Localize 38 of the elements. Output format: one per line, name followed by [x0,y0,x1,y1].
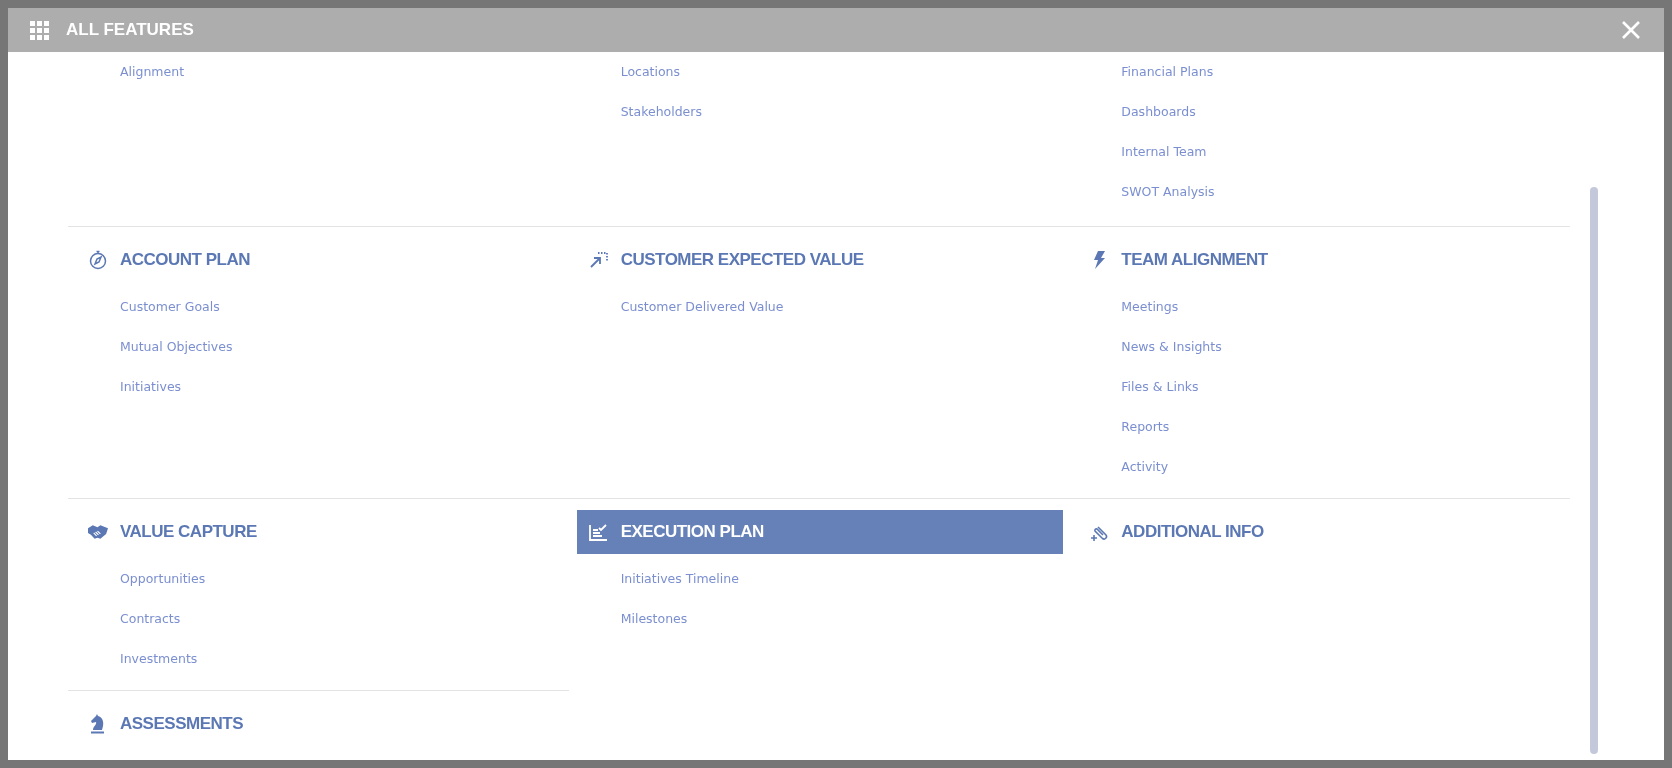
feature-link[interactable]: Customer Goals [68,287,220,327]
section-heading[interactable]: VALUE CAPTURE [68,510,569,554]
feature-link[interactable]: Meetings [1069,287,1179,327]
feature-link[interactable]: Activity [1069,447,1169,487]
feature-link[interactable]: Contracts [68,599,181,639]
section-heading[interactable]: TEAM ALIGNMENT [1069,238,1570,282]
section-heading[interactable]: CUSTOMER EXPECTED VALUE [568,238,1070,282]
grid-icon[interactable] [30,20,49,40]
feature-link[interactable]: Locations [568,52,681,92]
feature-link[interactable]: Dashboards [1069,92,1196,132]
window-title: ALL FEATURES [66,19,194,42]
feature-link[interactable]: Opportunities [68,559,206,599]
feature-link[interactable]: Initiatives [68,367,182,407]
scrollbar-thumb[interactable] [1590,187,1598,754]
feature-link[interactable]: Mutual Objectives [68,327,233,367]
feature-link[interactable]: Files & Links [1069,367,1199,407]
feature-link[interactable]: Reports [1069,407,1170,447]
feature-link[interactable]: Initiatives Timeline [568,559,739,599]
feature-link[interactable]: Investments [68,639,198,679]
compass-icon [89,250,107,270]
section-heading[interactable]: ASSESSMENTS [68,702,569,746]
close-icon[interactable] [1622,21,1640,39]
feature-link[interactable]: Alignment [68,52,185,92]
handshake-icon [88,524,108,540]
feature-link[interactable]: SWOT Analysis [1069,172,1215,212]
chart-check-icon [589,523,609,541]
section-heading[interactable]: EXECUTION PLAN [576,510,1064,554]
feature-link[interactable]: Milestones [568,599,688,639]
chess-knight-icon [90,714,106,734]
section-heading[interactable]: ADDITIONAL INFO [1069,510,1570,554]
feature-link[interactable]: News & Insights [1069,327,1222,367]
feature-link[interactable]: Internal Team [1069,132,1207,172]
feature-link[interactable]: Financial Plans [1069,52,1214,92]
feature-link[interactable]: Customer Delivered Value [568,287,784,327]
feature-link[interactable]: Stakeholders [568,92,702,132]
section-heading[interactable]: ACCOUNT PLAN [68,238,569,282]
lightning-icon [1092,251,1107,269]
arrow-corner-icon [588,251,609,269]
